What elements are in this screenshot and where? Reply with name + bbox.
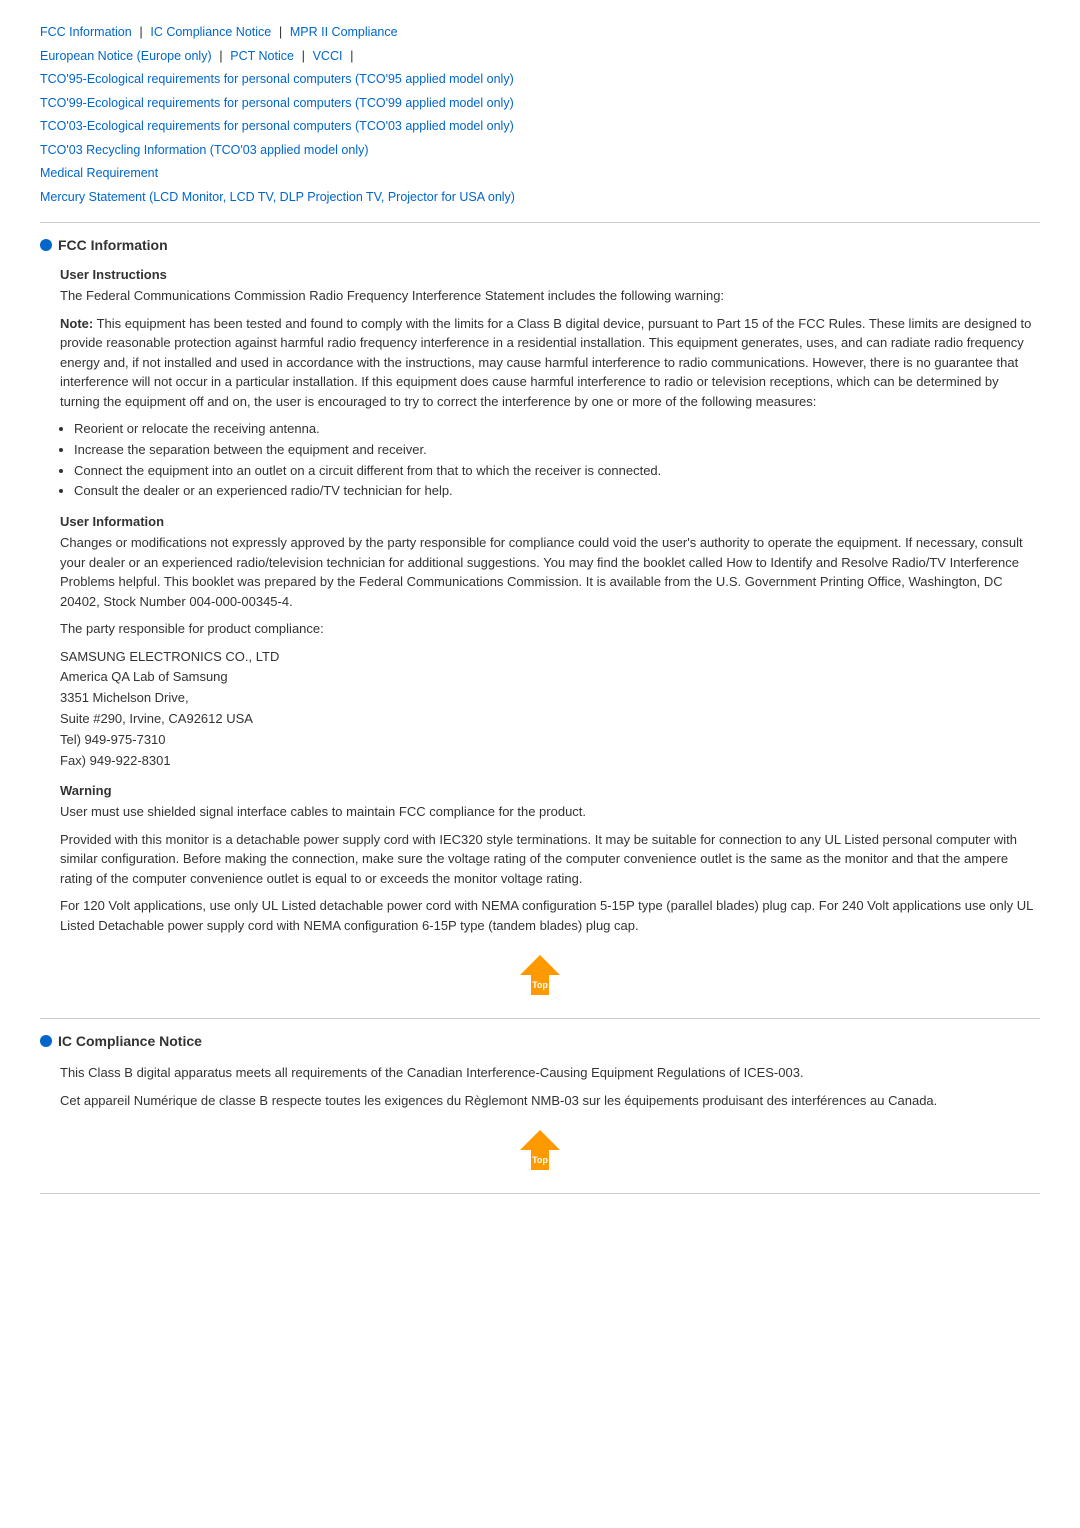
top-icon: Top: [515, 951, 565, 999]
nav-tco03r[interactable]: TCO'03 Recycling Information (TCO'03 app…: [40, 143, 369, 157]
measure-3: Connect the equipment into an outlet on …: [74, 461, 1040, 482]
nav-tco95[interactable]: TCO'95-Ecological requirements for perso…: [40, 72, 514, 86]
user-info-para1: Changes or modifications not expressly a…: [60, 533, 1040, 611]
bottom-divider: [40, 1193, 1040, 1194]
nav-mercury[interactable]: Mercury Statement (LCD Monitor, LCD TV, …: [40, 190, 515, 204]
note-bold: Note:: [60, 316, 93, 331]
user-instructions-subsection: User Instructions The Federal Communicat…: [60, 267, 1040, 502]
nav-medical[interactable]: Medical Requirement: [40, 166, 158, 180]
nav-vcci[interactable]: VCCI: [313, 49, 343, 63]
measures-list: Reorient or relocate the receiving anten…: [74, 419, 1040, 502]
note-text: This equipment has been tested and found…: [60, 316, 1031, 409]
user-instructions-para2: Note: This equipment has been tested and…: [60, 314, 1040, 412]
warning-subsection: Warning User must use shielded signal in…: [60, 783, 1040, 935]
ic-section-title: IC Compliance Notice: [40, 1033, 1040, 1049]
measure-1: Reorient or relocate the receiving anten…: [74, 419, 1040, 440]
ic-content: This Class B digital apparatus meets all…: [60, 1063, 1040, 1110]
ic-top-button-container: Top: [40, 1126, 1040, 1177]
measure-4: Consult the dealer or an experienced rad…: [74, 481, 1040, 502]
warning-para2: Provided with this monitor is a detachab…: [60, 830, 1040, 889]
warning-para1: User must use shielded signal interface …: [60, 802, 1040, 822]
ic-top-button[interactable]: Top: [515, 1126, 565, 1177]
fcc-title-text: FCC Information: [58, 237, 168, 253]
warning-heading: Warning: [60, 783, 1040, 798]
user-information-subsection: User Information Changes or modification…: [60, 514, 1040, 771]
company-info: SAMSUNG ELECTRONICS CO., LTD America QA …: [60, 647, 1040, 772]
svg-text:Top: Top: [532, 1155, 548, 1165]
fcc-top-button-container: Top: [40, 951, 1040, 1002]
user-instructions-para1: The Federal Communications Commission Ra…: [60, 286, 1040, 306]
user-instructions-heading: User Instructions: [60, 267, 1040, 282]
svg-text:Top: Top: [532, 980, 548, 990]
nav-tco99[interactable]: TCO'99-Ecological requirements for perso…: [40, 96, 514, 110]
nav-ic[interactable]: IC Compliance Notice: [150, 25, 271, 39]
nav-divider: [40, 222, 1040, 223]
nav-european[interactable]: European Notice (Europe only): [40, 49, 212, 63]
measure-2: Increase the separation between the equi…: [74, 440, 1040, 461]
fcc-section-title: FCC Information: [40, 237, 1040, 253]
ic-top-icon: Top: [515, 1126, 565, 1174]
user-information-heading: User Information: [60, 514, 1040, 529]
fcc-section: FCC Information User Instructions The Fe…: [40, 237, 1040, 1002]
user-info-para2: The party responsible for product compli…: [60, 619, 1040, 639]
ic-section: IC Compliance Notice This Class B digita…: [40, 1033, 1040, 1177]
ic-para1: This Class B digital apparatus meets all…: [60, 1063, 1040, 1083]
navigation-links: FCC Information | IC Compliance Notice |…: [40, 20, 1040, 208]
ic-para2: Cet appareil Numérique de classe B respe…: [60, 1091, 1040, 1111]
fcc-bullet-icon: [40, 239, 52, 251]
nav-fcc[interactable]: FCC Information: [40, 25, 132, 39]
nav-tco03[interactable]: TCO'03-Ecological requirements for perso…: [40, 119, 514, 133]
nav-mpr[interactable]: MPR II Compliance: [290, 25, 398, 39]
fcc-ic-divider: [40, 1018, 1040, 1019]
fcc-top-button[interactable]: Top: [515, 951, 565, 1002]
ic-title-text: IC Compliance Notice: [58, 1033, 202, 1049]
warning-para3: For 120 Volt applications, use only UL L…: [60, 896, 1040, 935]
nav-pct[interactable]: PCT Notice: [230, 49, 294, 63]
ic-bullet-icon: [40, 1035, 52, 1047]
